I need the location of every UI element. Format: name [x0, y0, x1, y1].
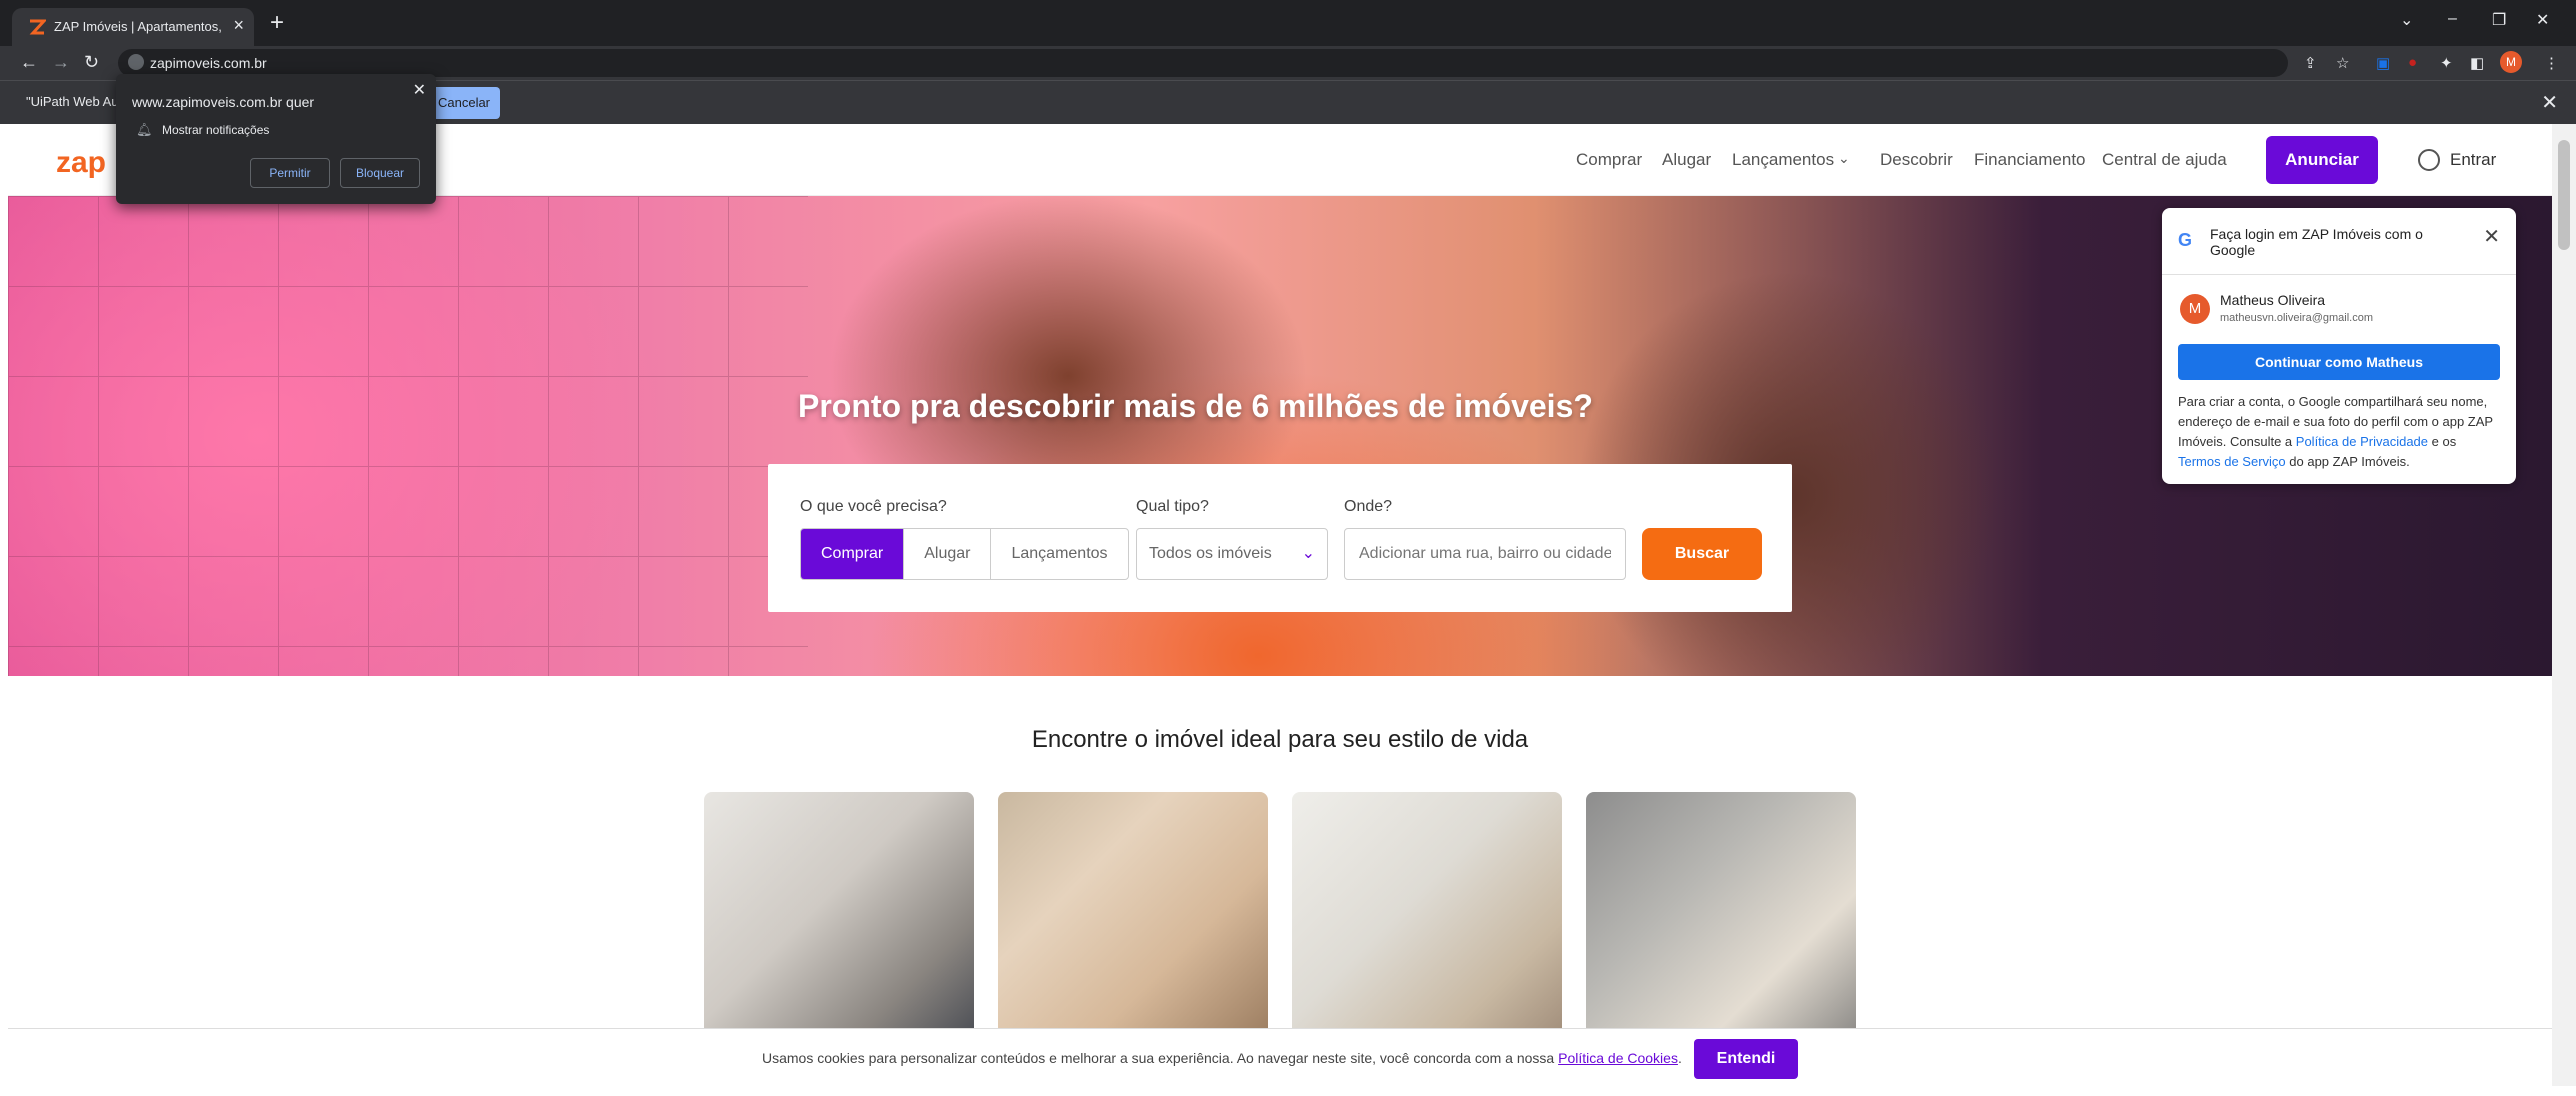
side-panel-icon[interactable]: ◧ — [2470, 54, 2484, 72]
notification-line: Mostrar notificações — [162, 123, 270, 137]
anunciar-button[interactable]: Anunciar — [2266, 136, 2378, 184]
hero-headline: Pronto pra descobrir mais de 6 milhões d… — [798, 388, 1593, 424]
zap-logo[interactable]: zap — [56, 146, 106, 180]
property-type-select[interactable]: Todos os imóveis ⌄ — [1136, 528, 1328, 580]
cookie-policy-link[interactable]: Política de Cookies — [1558, 1050, 1678, 1066]
cookie-text: Usamos cookies para personalizar conteúd… — [762, 1050, 1682, 1066]
continue-as-button[interactable]: Continuar como Matheus — [2178, 344, 2500, 380]
browser-tabstrip: ZAP Imóveis | Apartamentos, Ca × + ⌄ – ❐… — [0, 0, 2576, 46]
new-tab-icon[interactable]: + — [270, 11, 284, 35]
page-scrollbar[interactable] — [2552, 124, 2576, 1086]
cookie-period: . — [1677, 1050, 1682, 1066]
tab-search-icon[interactable]: ⌄ — [2400, 10, 2413, 30]
divider — [2162, 274, 2516, 275]
address-bar[interactable]: zapimoveis.com.br — [118, 49, 2288, 77]
url-text: zapimoveis.com.br — [150, 55, 267, 71]
seg-alugar[interactable]: Alugar — [904, 529, 992, 579]
nav-descobrir[interactable]: Descobrir — [1880, 150, 1953, 170]
infobar-close-icon[interactable]: ✕ — [2541, 90, 2558, 115]
nav-alugar[interactable]: Alugar — [1662, 150, 1711, 170]
google-one-tap: G Faça login em ZAP Imóveis com o Google… — [2162, 208, 2516, 484]
privacy-policy-link[interactable]: Política de Privacidade — [2296, 434, 2428, 449]
menu-kebab-icon[interactable]: ⋮ — [2544, 54, 2559, 72]
cookie-banner: Usamos cookies para personalizar conteúd… — [8, 1028, 2552, 1086]
close-window-icon[interactable]: ✕ — [2536, 10, 2549, 30]
close-icon[interactable]: ✕ — [2483, 224, 2500, 249]
account-name: Matheus Oliveira — [2220, 292, 2326, 308]
google-popup-title: Faça login em ZAP Imóveis com o Google — [2210, 226, 2423, 258]
extension-uipath-icon[interactable]: ▣ — [2376, 54, 2390, 72]
property-type-value: Todos os imóveis — [1149, 545, 1272, 562]
buscar-button[interactable]: Buscar — [1642, 528, 1762, 580]
consent-text: Para criar a conta, o Google compartilha… — [2178, 392, 2502, 472]
account-email: matheusvn.oliveira@gmail.com — [2220, 312, 2374, 324]
minimize-icon[interactable]: – — [2448, 10, 2457, 28]
notification-close-icon[interactable]: ✕ — [413, 80, 426, 100]
notification-permission-popup: www.zapimoveis.com.br quer ✕ 🔔︎ Mostrar … — [116, 74, 436, 204]
notification-title: www.zapimoveis.com.br quer — [132, 94, 315, 110]
cookie-message: Usamos cookies para personalizar conteúd… — [762, 1050, 1559, 1066]
lifestyle-section-title: Encontre o imóvel ideal para seu estilo … — [1031, 726, 1529, 753]
seg-lancamentos[interactable]: Lançamentos — [991, 529, 1127, 579]
account-avatar: M — [2180, 294, 2210, 324]
consent-part-3: do app ZAP Imóveis. — [2285, 454, 2410, 469]
tab-title: ZAP Imóveis | Apartamentos, Ca — [54, 19, 224, 34]
entrar-button[interactable]: Entrar — [2408, 136, 2518, 184]
lock-icon[interactable] — [128, 54, 144, 70]
chevron-down-icon: ⌄ — [1301, 545, 1315, 562]
zap-favicon-icon — [29, 19, 46, 35]
reload-icon[interactable]: ↻ — [84, 52, 99, 73]
scrollbar-thumb[interactable] — [2558, 140, 2570, 250]
chevron-down-icon[interactable]: ⌄ — [1838, 150, 1850, 167]
google-g-icon: G — [2178, 230, 2193, 250]
entendi-button[interactable]: Entendi — [1694, 1039, 1798, 1079]
extensions-puzzle-icon[interactable]: ✦ — [2440, 54, 2453, 72]
back-icon[interactable]: ← — [20, 52, 38, 73]
entrar-label: Entrar — [2450, 150, 2497, 169]
forward-icon[interactable]: → — [52, 52, 70, 73]
transaction-segmented-control: Comprar Alugar Lançamentos — [800, 528, 1129, 580]
nav-lancamentos[interactable]: Lançamentos — [1732, 150, 1834, 170]
label-type: Qual tipo? — [1136, 498, 1209, 515]
browser-tab[interactable]: ZAP Imóveis | Apartamentos, Ca × — [12, 8, 254, 46]
terms-link[interactable]: Termos de Serviço — [2178, 454, 2286, 469]
user-icon — [2418, 149, 2440, 171]
bell-icon: 🔔︎ — [136, 122, 153, 137]
consent-part-2: e os — [2428, 434, 2457, 449]
label-where: Onde? — [1344, 498, 1393, 515]
nav-central-de-ajuda[interactable]: Central de ajuda — [2102, 150, 2227, 170]
infobar-text: "UiPath Web Au — [26, 94, 119, 109]
allow-button[interactable]: Permitir — [250, 158, 330, 188]
label-need: O que você precisa? — [800, 498, 947, 515]
share-icon[interactable]: ⇪ — [2304, 54, 2317, 72]
infobar-cancel-button[interactable]: Cancelar — [428, 87, 500, 119]
restore-icon[interactable]: ❐ — [2492, 10, 2506, 30]
nav-financiamento[interactable]: Financiamento — [1974, 150, 2086, 170]
seg-comprar[interactable]: Comprar — [801, 529, 905, 579]
search-card: O que você precisa? Qual tipo? Onde? Com… — [768, 464, 1792, 612]
extension-icon[interactable]: ● — [2408, 54, 2417, 71]
block-button[interactable]: Bloquear — [340, 158, 420, 188]
bookmark-star-icon[interactable]: ☆ — [2336, 54, 2349, 72]
close-tab-icon[interactable]: × — [233, 15, 244, 36]
profile-avatar[interactable]: M — [2500, 51, 2522, 73]
location-input[interactable] — [1344, 528, 1626, 580]
nav-comprar[interactable]: Comprar — [1576, 150, 1642, 170]
web-page: zap Comprar Alugar Lançamentos ⌄ Descobr… — [8, 124, 2552, 1086]
hero-background-pattern — [8, 196, 808, 676]
